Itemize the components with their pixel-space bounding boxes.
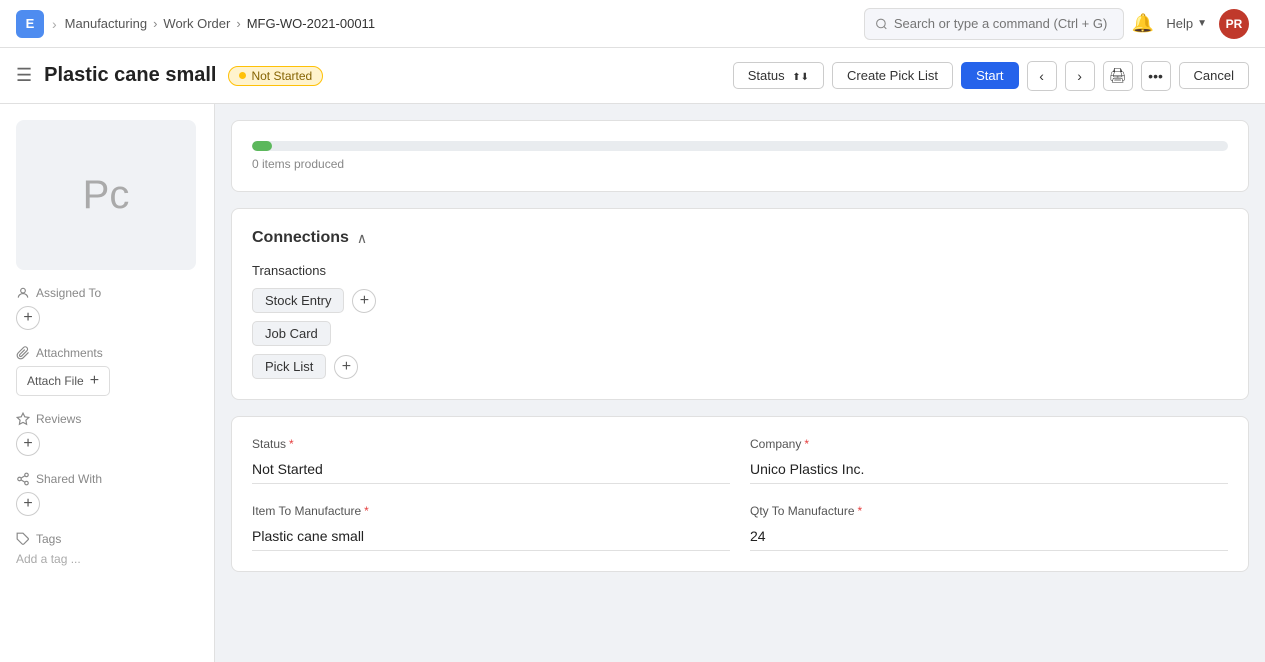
page-title: Plastic cane small (44, 64, 216, 87)
share-icon (16, 472, 30, 486)
next-button[interactable]: › (1065, 61, 1095, 91)
connections-title: Connections (252, 229, 349, 247)
assigned-to-section: Assigned To + (16, 286, 198, 330)
print-icon: 🖨 (1109, 67, 1127, 84)
attachments-section: Attachments Attach File + (16, 346, 198, 396)
status-dot (239, 72, 246, 79)
stock-entry-tag[interactable]: Stock Entry (252, 288, 344, 313)
chevron-left-icon: ‹ (1039, 68, 1044, 84)
connections-header: Connections ∧ (252, 229, 1228, 247)
item-initials: Pc (83, 173, 130, 218)
breadcrumb: Manufacturing › Work Order › MFG-WO-2021… (65, 16, 375, 31)
form-grid: Status * Not Started Company * Unico Pla… (252, 437, 1228, 551)
person-icon (16, 286, 30, 300)
paperclip-icon (16, 346, 30, 360)
transactions-label: Transactions (252, 263, 1228, 278)
more-icon: ••• (1148, 68, 1163, 84)
sub-header: ☰ Plastic cane small Not Started Status … (0, 48, 1265, 104)
shared-with-label: Shared With (36, 472, 102, 486)
prev-button[interactable]: ‹ (1027, 61, 1057, 91)
reviews-label: Reviews (36, 412, 81, 426)
company-field: Company * Unico Plastics Inc. (750, 437, 1228, 484)
pick-list-tag[interactable]: Pick List (252, 354, 326, 379)
add-pick-list-button[interactable]: + (334, 355, 358, 379)
breadcrumb-current: MFG-WO-2021-00011 (247, 16, 375, 31)
add-stock-entry-button[interactable]: + (352, 289, 376, 313)
status-required-marker: * (289, 437, 294, 451)
progress-bar-fill (252, 141, 272, 151)
content-area: 0 items produced Connections ∧ Transacti… (215, 104, 1265, 662)
top-nav: E › Manufacturing › Work Order › MFG-WO-… (0, 0, 1265, 48)
status-badge: Not Started (228, 66, 323, 86)
search-icon (875, 17, 888, 31)
chevron-right-icon: › (1077, 68, 1082, 84)
app-icon[interactable]: E (16, 10, 44, 38)
add-assigned-to-button[interactable]: + (16, 306, 40, 330)
breadcrumb-manufacturing[interactable]: Manufacturing (65, 16, 147, 31)
start-button[interactable]: Start (961, 62, 1018, 89)
company-value[interactable]: Unico Plastics Inc. (750, 455, 1228, 484)
list-item: Stock Entry + (252, 288, 376, 313)
assigned-to-label: Assigned To (36, 286, 101, 300)
header-actions: Status ⬆⬇ Create Pick List Start ‹ › 🖨 •… (733, 61, 1249, 91)
status-button[interactable]: Status ⬆⬇ (733, 62, 824, 89)
connections-toggle-icon[interactable]: ∧ (357, 230, 367, 247)
menu-icon[interactable]: ☰ (16, 65, 32, 86)
qty-label: Qty To Manufacture * (750, 504, 1228, 518)
status-chevron-icon: ⬆⬇ (792, 72, 809, 83)
qty-required-marker: * (858, 504, 863, 518)
notification-bell-icon[interactable]: 🔔 (1132, 13, 1154, 34)
status-badge-label: Not Started (251, 69, 312, 83)
status-field: Status * Not Started (252, 437, 730, 484)
status-value[interactable]: Not Started (252, 455, 730, 484)
add-review-button[interactable]: + (16, 432, 40, 456)
item-field: Item To Manufacture * Plastic cane small (252, 504, 730, 551)
job-card-tag[interactable]: Job Card (252, 321, 331, 346)
user-avatar[interactable]: PR (1219, 9, 1249, 39)
main-content: Pc Assigned To + Attachments Attach File… (0, 104, 1265, 662)
help-chevron-icon: ▼ (1197, 18, 1207, 29)
connections-card: Connections ∧ Transactions Stock Entry +… (231, 208, 1249, 400)
list-item: Pick List + (252, 354, 358, 379)
search-input[interactable] (894, 16, 1113, 31)
attachments-label: Attachments (36, 346, 103, 360)
qty-field: Qty To Manufacture * 24 (750, 504, 1228, 551)
add-shared-with-button[interactable]: + (16, 492, 40, 516)
progress-bar (252, 141, 1228, 151)
breadcrumb-chevron-1: › (52, 16, 57, 32)
qty-value[interactable]: 24 (750, 522, 1228, 551)
form-card: Status * Not Started Company * Unico Pla… (231, 416, 1249, 572)
attach-plus-icon: + (90, 372, 99, 390)
progress-label: 0 items produced (252, 157, 1228, 171)
item-label: Item To Manufacture * (252, 504, 730, 518)
tag-icon (16, 532, 30, 546)
print-button[interactable]: 🖨 (1103, 61, 1133, 91)
company-required-marker: * (804, 437, 809, 451)
status-label: Status * (252, 437, 730, 451)
nav-right: 🔔 Help ▼ PR (1132, 9, 1249, 39)
star-icon (16, 412, 30, 426)
help-button[interactable]: Help ▼ (1166, 16, 1207, 31)
item-required-marker: * (364, 504, 369, 518)
create-pick-list-button[interactable]: Create Pick List (832, 62, 953, 89)
reviews-section: Reviews + (16, 412, 198, 456)
item-value[interactable]: Plastic cane small (252, 522, 730, 551)
more-options-button[interactable]: ••• (1141, 61, 1171, 91)
progress-card: 0 items produced (231, 120, 1249, 192)
tags-section: Tags Add a tag ... (16, 532, 198, 566)
attach-file-button[interactable]: Attach File + (16, 366, 110, 396)
breadcrumb-work-order[interactable]: Work Order (163, 16, 230, 31)
tags-label: Tags (36, 532, 61, 546)
shared-with-section: Shared With + (16, 472, 198, 516)
search-bar (864, 8, 1124, 40)
add-tag-input[interactable]: Add a tag ... (16, 552, 198, 566)
sidebar: Pc Assigned To + Attachments Attach File… (0, 104, 215, 662)
item-avatar: Pc (16, 120, 196, 270)
list-item: Job Card (252, 321, 331, 346)
cancel-button[interactable]: Cancel (1179, 62, 1249, 89)
transaction-tags: Stock Entry + Job Card Pick List + (252, 288, 1228, 379)
company-label: Company * (750, 437, 1228, 451)
